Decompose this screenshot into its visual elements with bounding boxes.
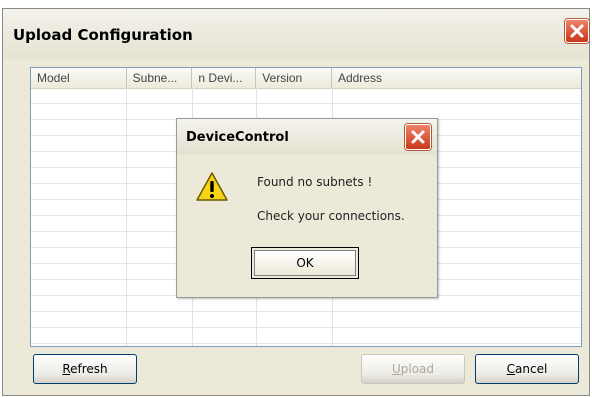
devicecontrol-dialog: DeviceControl Found no subnets ! Check y… [176,118,438,298]
close-x-icon [570,24,584,38]
dialog-title: DeviceControl [186,130,289,145]
column-header-address[interactable]: Address [332,68,581,88]
dialog-close-button[interactable] [405,124,431,150]
column-header-version[interactable]: Version [256,68,332,88]
cancel-accel: C [506,362,516,376]
upload-button[interactable]: Upload [361,354,465,384]
warning-triangle-icon [196,172,228,201]
window-title: Upload Configuration [13,26,193,44]
window-close-button[interactable] [565,19,589,43]
dialog-message-line1: Found no subnets ! [257,175,373,189]
column-divider [126,88,127,346]
dialog-titlebar[interactable]: DeviceControl [177,119,437,155]
ok-button[interactable]: OK [251,247,359,279]
upload-accel: U [391,362,401,376]
cancel-label: ancel [515,362,548,376]
column-header-devices[interactable]: n Devi... [192,68,257,88]
column-header-model[interactable]: Model [31,68,127,88]
refresh-button[interactable]: Refresh [33,354,137,384]
cancel-button[interactable]: Cancel [475,354,579,384]
window-titlebar[interactable]: Upload Configuration [3,9,589,59]
refresh-label: efresh [70,362,108,376]
list-header: Model Subne... n Devi... Version Address [31,68,581,89]
column-header-subnet[interactable]: Subne... [127,68,193,88]
ok-button-label: OK [254,250,356,276]
close-x-icon [411,130,425,144]
dialog-message-line2: Check your connections. [257,209,405,223]
upload-label: pload [400,362,435,376]
refresh-accel: R [62,362,71,376]
